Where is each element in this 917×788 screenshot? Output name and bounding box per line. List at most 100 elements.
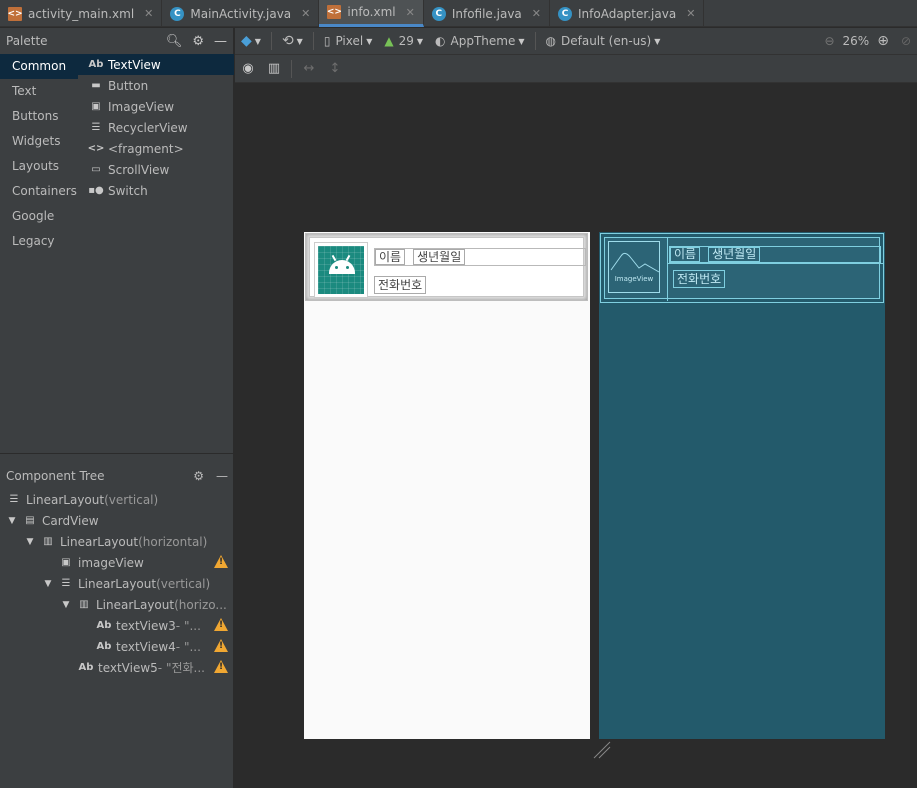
close-icon[interactable]: ✕: [406, 6, 415, 19]
textview3-name[interactable]: 이름: [375, 249, 406, 265]
globe-icon: ◍: [545, 34, 556, 48]
android-icon: ▲: [384, 34, 394, 48]
left-panel: Palette 🔍︎ ⚙ — Common Text Buttons Widge…: [0, 28, 234, 788]
palette-widget-switch[interactable]: ▪● Switch: [78, 180, 234, 201]
device-dropdown[interactable]: ▯ Pixel ▼: [318, 28, 379, 55]
tree-node-imageview[interactable]: ▣ imageView: [0, 552, 234, 573]
blueprint-preview[interactable]: ImageView 이름 생년월일 전화번호: [599, 232, 885, 739]
tree-node-textview5[interactable]: Ab textView5 - "전화...: [0, 657, 234, 678]
textview-icon: Ab: [96, 641, 112, 652]
cardview-preview[interactable]: 이름 생년월일 전화번호: [305, 233, 588, 301]
close-icon[interactable]: ✕: [144, 7, 153, 20]
node-label: LinearLayout: [96, 597, 175, 612]
minimize-icon[interactable]: —: [216, 469, 228, 483]
blueprint-textview5[interactable]: 전화번호: [673, 270, 726, 288]
card-content: 이름 생년월일 전화번호: [309, 237, 586, 298]
tree-node-textview4[interactable]: Ab textView4 - "...: [0, 636, 234, 657]
close-icon[interactable]: ✕: [686, 7, 695, 20]
widget-label: ScrollView: [108, 162, 170, 177]
zoom-out-button[interactable]: ⊖: [818, 28, 840, 55]
palette-widget-recyclerview[interactable]: ☰ RecyclerView: [78, 117, 234, 138]
widget-label: Switch: [108, 183, 148, 198]
widget-label: RecyclerView: [108, 120, 188, 135]
expand-triangle-icon[interactable]: ▼: [24, 537, 36, 547]
layers-dropdown[interactable]: ◆ ▼: [235, 28, 267, 55]
image-icon: ▣: [91, 101, 101, 112]
warning-icon[interactable]: [214, 618, 228, 631]
palette-category-google[interactable]: Google: [0, 204, 78, 229]
view-toolbar: ◉ ▥ ↔ ↕: [235, 55, 917, 83]
close-icon[interactable]: ✕: [532, 7, 541, 20]
widget-label: ImageView: [108, 99, 175, 114]
tab-activity-main-xml[interactable]: <> activity_main.xml ✕: [0, 0, 163, 27]
palette-widget-textview[interactable]: Ab TextView: [78, 54, 234, 75]
button-icon: ▬: [91, 80, 101, 91]
resize-handle-icon[interactable]: [592, 740, 612, 760]
gear-icon[interactable]: ⚙: [193, 469, 204, 483]
node-extra: - "...: [175, 639, 201, 654]
tab-infoadapter-java[interactable]: C InfoAdapter.java ✕: [550, 0, 705, 27]
phone-icon: ▯: [323, 34, 331, 48]
palette-widget-button[interactable]: ▬ Button: [78, 75, 234, 96]
theme-dropdown[interactable]: ◐ AppTheme ▼: [429, 28, 530, 55]
design-toolbar: ◆ ▼ ⟲ ▼ ▯ Pixel ▼ ▲ 29 ▼ ◐ AppTheme ▼ ◍ Defau…: [235, 28, 917, 55]
close-icon[interactable]: ✕: [301, 7, 310, 20]
warning-icon[interactable]: [214, 639, 228, 652]
gear-icon[interactable]: ⚙: [192, 34, 204, 49]
palette-category-widgets[interactable]: Widgets: [0, 129, 78, 154]
tree-node-inner-horizontal-layout[interactable]: ▼ ▥ LinearLayout (horizo...: [0, 594, 234, 615]
split-view-icon[interactable]: ▥: [261, 61, 287, 76]
expand-triangle-icon[interactable]: ▼: [42, 579, 54, 589]
name-birth-row: 이름 생년월일: [374, 248, 586, 266]
textview4-birth[interactable]: 생년월일: [413, 249, 466, 265]
cardview-icon: ▤: [25, 515, 35, 526]
horizontal-resize-icon[interactable]: ↔: [296, 61, 322, 76]
textview-icon: Ab: [78, 662, 94, 673]
tree-node-cardview[interactable]: ▼ ▤ CardView: [0, 510, 234, 531]
blueprint-cardview[interactable]: ImageView 이름 생년월일 전화번호: [600, 233, 884, 303]
tab-label: Infofile.java: [451, 6, 522, 21]
warning-icon[interactable]: [214, 660, 228, 673]
imageview-preview[interactable]: [314, 242, 368, 298]
tree-node-horizontal-layout[interactable]: ▼ ▥ LinearLayout (horizontal): [0, 531, 234, 552]
palette-category-containers[interactable]: Containers: [0, 179, 78, 204]
eye-icon[interactable]: ◉: [235, 61, 261, 76]
minimize-icon[interactable]: —: [214, 34, 227, 49]
tree-node-root-linearlayout[interactable]: ☰ LinearLayout (vertical): [0, 489, 234, 510]
api-dropdown[interactable]: ▲ 29 ▼: [378, 28, 429, 55]
text-column: 이름 생년월일 전화번호: [374, 244, 588, 294]
textview5-phone[interactable]: 전화번호: [374, 276, 427, 294]
blueprint-textview3[interactable]: 이름: [670, 247, 701, 262]
palette: Common Text Buttons Widgets Layouts Cont…: [0, 54, 234, 454]
design-preview[interactable]: 이름 생년월일 전화번호: [304, 232, 590, 739]
tab-mainactivity-java[interactable]: C MainActivity.java ✕: [162, 0, 320, 27]
palette-category-text[interactable]: Text: [0, 79, 78, 104]
editor-tab-bar: <> activity_main.xml ✕ C MainActivity.ja…: [0, 0, 917, 27]
blueprint-imageview[interactable]: ImageView: [608, 241, 660, 293]
warning-icon[interactable]: [214, 555, 228, 568]
palette-category-legacy[interactable]: Legacy: [0, 229, 78, 254]
zoom-fit-button[interactable]: ⊘: [895, 28, 917, 55]
panel-divider[interactable]: [0, 453, 234, 454]
tab-infofile-java[interactable]: C Infofile.java ✕: [424, 0, 550, 27]
palette-widget-imageview[interactable]: ▣ ImageView: [78, 96, 234, 117]
tree-node-textview3[interactable]: Ab textView3 - "...: [0, 615, 234, 636]
orientation-dropdown[interactable]: ⟲ ▼: [276, 28, 309, 55]
expand-triangle-icon[interactable]: ▼: [6, 516, 18, 526]
tree-node-vertical-layout[interactable]: ▼ ☰ LinearLayout (vertical): [0, 573, 234, 594]
palette-widget-scrollview[interactable]: ▭ ScrollView: [78, 159, 234, 180]
palette-category-layouts[interactable]: Layouts: [0, 154, 78, 179]
android-head-icon: [329, 260, 355, 274]
vertical-resize-icon[interactable]: ↕: [322, 61, 348, 76]
expand-triangle-icon[interactable]: ▼: [60, 600, 72, 610]
tab-info-xml[interactable]: <> info.xml ✕: [319, 0, 424, 27]
node-extra: - "전화...: [157, 661, 205, 675]
locale-dropdown[interactable]: ◍ Default (en-us) ▼: [540, 28, 667, 55]
blueprint-textview4[interactable]: 생년월일: [708, 247, 761, 262]
zoom-in-button[interactable]: ⊕: [871, 28, 895, 55]
palette-category-buttons[interactable]: Buttons: [0, 104, 78, 129]
search-icon[interactable]: 🔍︎: [166, 34, 183, 49]
palette-widget-fragment[interactable]: <> <fragment>: [78, 138, 234, 159]
palette-category-common[interactable]: Common: [0, 54, 78, 79]
design-canvas[interactable]: 이름 생년월일 전화번호 ImageView 이름 생년월일 전화번호: [235, 84, 917, 788]
